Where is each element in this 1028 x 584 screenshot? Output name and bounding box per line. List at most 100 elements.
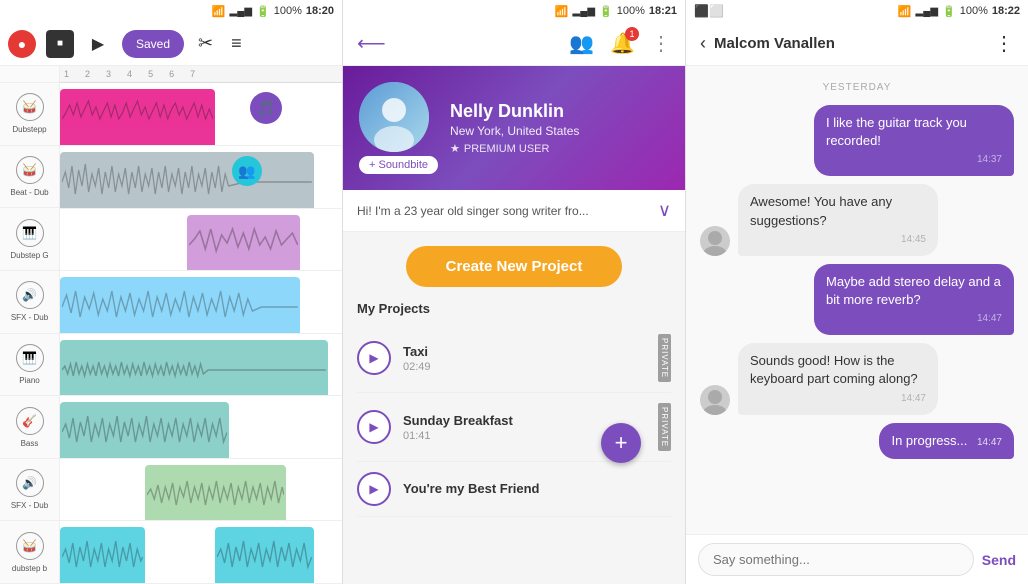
profile-location: New York, United States: [450, 124, 579, 138]
track-row-8[interactable]: [60, 521, 342, 584]
chat-icons-left: ⬛⬜: [694, 4, 724, 18]
chat-back-button[interactable]: ‹: [700, 33, 706, 54]
chat-input-bar: Send: [686, 534, 1028, 584]
message-row-2: Awesome! You have any suggestions? 14:45: [700, 184, 1014, 255]
bestfriend-info: You're my Best Friend: [403, 481, 671, 498]
track-row-2[interactable]: [60, 146, 342, 209]
play-sunday-button[interactable]: ▶: [357, 410, 391, 444]
track-label-beat: 🥁 Beat - Dub: [0, 146, 59, 209]
profile-wifi-icon: 📶: [555, 5, 569, 18]
taxi-name: Taxi: [403, 344, 646, 359]
profile-premium-badge: ★ PREMIUM USER: [450, 142, 579, 155]
taxi-info: Taxi 02:49: [403, 344, 646, 373]
chat-nav-left: ‹ Malcom Vanallen: [700, 33, 835, 54]
message-row-3: Maybe add stereo delay and a bit more re…: [700, 264, 1014, 335]
play-button[interactable]: ▶: [84, 30, 112, 58]
track-icon-piano: 🎹: [16, 344, 44, 372]
projects-section: My Projects ▶ Taxi 02:49 PRIVATE ▶ Sunda…: [343, 301, 685, 517]
back-arrow-icon[interactable]: ⟵: [357, 31, 386, 56]
profile-avatar: [359, 82, 429, 152]
track-icon-drum2: 🥁: [16, 532, 44, 560]
bubble-2-time: 14:45: [750, 233, 926, 247]
tools-button[interactable]: ✂: [194, 29, 217, 58]
create-project-button[interactable]: Create New Project: [406, 246, 623, 287]
track-icon-bass: 🎸: [16, 407, 44, 435]
saved-button[interactable]: Saved: [122, 30, 184, 58]
projects-list: ▶ Taxi 02:49 PRIVATE ▶ Sunday Breakfast …: [357, 324, 671, 517]
daw-panel: 📶 ▂▄▆ 🔋 100% 18:20 ● ■ ▶ Saved ✂ ≡ 🥁 Dub…: [0, 0, 343, 584]
play-bestfriend-button[interactable]: ▶: [357, 472, 391, 506]
bubble-5-time-inline: 14:47: [977, 437, 1002, 448]
notification-badge-container[interactable]: 🔔 1: [610, 31, 635, 56]
track-row-7[interactable]: [60, 459, 342, 522]
menu-button[interactable]: ≡: [227, 29, 246, 58]
music-note-float: 🎵: [250, 92, 282, 124]
project-item-sunday: ▶ Sunday Breakfast 01:41 PRIVATE +: [357, 393, 671, 462]
profile-battery-icon: 🔋: [599, 5, 613, 18]
profile-hero: + Soundbite Nelly Dunklin New York, Unit…: [343, 66, 685, 190]
message-row-4: Sounds good! How is the keyboard part co…: [700, 343, 1014, 414]
star-icon: ★: [450, 142, 460, 155]
daw-tracks-area: 🥁 Dubstepp 🥁 Beat - Dub 🎹 Dubstep G 🔊 SF…: [0, 66, 342, 584]
play-taxi-button[interactable]: ▶: [357, 341, 391, 375]
battery-icon: 🔋: [256, 5, 270, 18]
sunday-private-badge: PRIVATE: [658, 403, 671, 451]
profile-bio: Hi! I'm a 23 year old singer song writer…: [343, 190, 685, 232]
track-row-1[interactable]: [60, 83, 342, 146]
project-item-bestfriend: ▶ You're my Best Friend: [357, 462, 671, 517]
daw-toolbar: ● ■ ▶ Saved ✂ ≡: [0, 22, 342, 66]
chat-more-icon[interactable]: ⋮: [994, 31, 1014, 56]
bestfriend-name: You're my Best Friend: [403, 481, 671, 496]
bubble-1-text: I like the guitar track you recorded!: [826, 115, 967, 148]
bubble-5: In progress... 14:47: [879, 423, 1014, 459]
bubble-4-text: Sounds good! How is the keyboard part co…: [750, 353, 918, 386]
track-content-area: 1 2 3 4 5 6 7 🎵 👥: [60, 66, 342, 584]
bio-expand-icon[interactable]: ∨: [658, 200, 671, 221]
bubble-1: I like the guitar track you recorded! 14…: [814, 105, 1014, 176]
daw-battery-text: 100%: [274, 5, 302, 17]
bubble-4-time: 14:47: [750, 392, 926, 406]
track-row-3[interactable]: [60, 209, 342, 272]
more-options-icon[interactable]: ⋮: [651, 31, 671, 56]
send-button[interactable]: Send: [982, 552, 1016, 568]
project-item-taxi: ▶ Taxi 02:49 PRIVATE: [357, 324, 671, 393]
stop-button[interactable]: ■: [46, 30, 74, 58]
profile-panel: 📶 ▂▄▆ 🔋 100% 18:21 ⟵ 👥 🔔 1 ⋮: [343, 0, 686, 584]
daw-status-bar: 📶 ▂▄▆ 🔋 100% 18:20: [0, 0, 342, 22]
avatar-msg-4: [700, 385, 730, 415]
group-icon[interactable]: 👥: [569, 31, 594, 56]
add-project-fab[interactable]: +: [601, 423, 641, 463]
bio-text: Hi! I'm a 23 year old singer song writer…: [357, 204, 589, 218]
chat-input-field[interactable]: [698, 543, 974, 576]
chat-wifi-icon: 📶: [898, 5, 912, 18]
profile-name: Nelly Dunklin: [450, 101, 579, 122]
chat-time: 18:22: [992, 5, 1020, 17]
track-labels: 🥁 Dubstepp 🥁 Beat - Dub 🎹 Dubstep G 🔊 SF…: [0, 66, 60, 584]
chat-status-bar: ⬛⬜ 📶 ▂▄▆ 🔋 100% 18:22: [686, 0, 1028, 22]
record-button[interactable]: ●: [8, 30, 36, 58]
avatar-container: + Soundbite: [359, 82, 438, 174]
track-row-6[interactable]: [60, 396, 342, 459]
taxi-private-badge: PRIVATE: [658, 334, 671, 382]
profile-info: Nelly Dunklin New York, United States ★ …: [450, 101, 579, 155]
signal-bars: ▂▄▆: [230, 6, 252, 17]
track-label-sfx2: 🔊 SFX - Dub: [0, 459, 59, 522]
track-icon-sfx2: 🔊: [16, 469, 44, 497]
track-row-5[interactable]: [60, 334, 342, 397]
track-label-dubstepb: 🥁 dubstep b: [0, 521, 59, 584]
chat-messages: YESTERDAY I like the guitar track you re…: [686, 66, 1028, 534]
people-float: 👥: [232, 156, 262, 186]
soundbite-button[interactable]: + Soundbite: [359, 156, 438, 174]
chat-battery-text: 100%: [960, 5, 988, 17]
date-divider: YESTERDAY: [700, 82, 1014, 93]
chat-battery-icon: 🔋: [942, 5, 956, 18]
profile-signal: ▂▄▆: [573, 6, 595, 17]
bubble-2-text: Awesome! You have any suggestions?: [750, 194, 892, 227]
profile-battery-text: 100%: [617, 5, 645, 17]
track-icon-sfx: 🔊: [16, 281, 44, 309]
track-row-4[interactable]: [60, 271, 342, 334]
nav-right-icons: 👥 🔔 1 ⋮: [569, 31, 671, 56]
daw-time: 18:20: [306, 5, 334, 17]
track-label-piano: 🎹 Piano: [0, 334, 59, 397]
bubble-3-time: 14:47: [826, 312, 1002, 326]
